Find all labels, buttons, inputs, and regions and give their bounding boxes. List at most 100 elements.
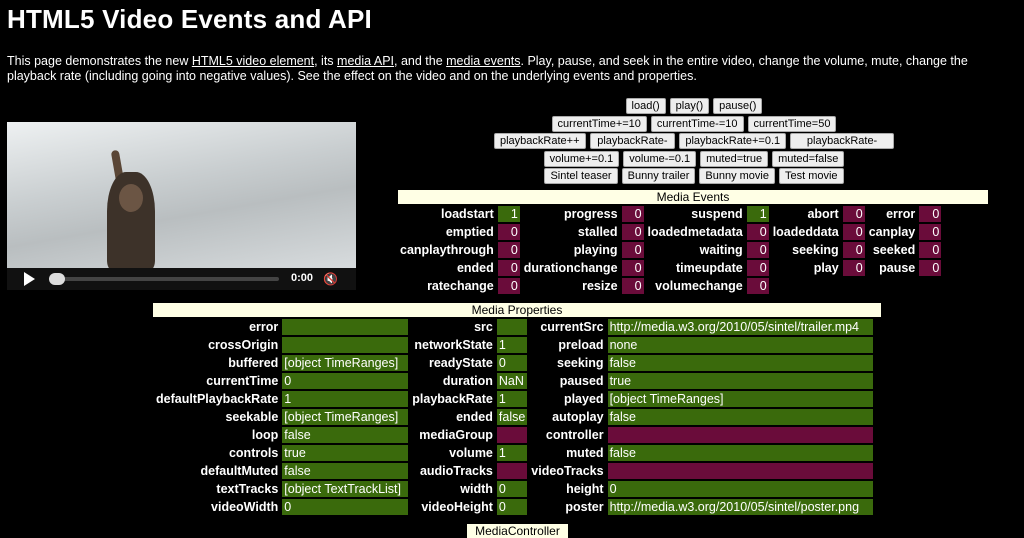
currenttime-50-button[interactable]: currentTime=50: [747, 115, 837, 132]
intro-text-3: , and the: [394, 54, 447, 68]
seek-bar[interactable]: [49, 273, 279, 285]
property-autoplay-label: autoplay: [552, 410, 604, 424]
property-videotracks-value: [607, 463, 873, 479]
event-resize-count: 0: [621, 278, 644, 294]
event-seeked-count: 0: [919, 242, 942, 258]
property-ended-label: ended: [456, 410, 493, 424]
property-audiotracks-value: [496, 463, 528, 479]
media-properties-header: Media Properties: [153, 303, 881, 317]
mute-icon[interactable]: 🔇: [323, 272, 338, 286]
property-videowidth-label: videoWidth: [211, 500, 279, 514]
property-width-value: 0: [496, 481, 528, 497]
property-preload-value: none: [607, 337, 873, 353]
event-abort-label: abort: [807, 207, 839, 221]
property-error-value: [282, 319, 409, 335]
property-poster-value: http://media.w3.org/2010/05/sintel/poste…: [607, 499, 873, 515]
event-seeked-label: seeked: [872, 243, 916, 257]
property-playbackrate-label: playbackRate: [412, 392, 493, 406]
media-events-header: Media Events: [398, 190, 988, 204]
property-seekable-value: [object TimeRanges]: [282, 409, 409, 425]
currenttime-10-button[interactable]: currentTime+=10: [551, 115, 647, 132]
html5-video-element-link[interactable]: HTML5 video element: [192, 54, 314, 68]
property-width-label: width: [460, 482, 493, 496]
event-emptied-label: emptied: [445, 225, 494, 239]
event-waiting-label: waiting: [699, 243, 743, 257]
property-muted-value: false: [607, 445, 873, 461]
event-volumechange-count: 0: [746, 278, 769, 294]
playbackrate-0-1-button[interactable]: playbackRate+=0.1: [679, 133, 787, 149]
property-controls-label: controls: [228, 446, 279, 460]
page-title: HTML5 Video Events and API: [7, 4, 372, 34]
property-crossorigin-value: [282, 337, 409, 353]
event-timeupdate-label: timeupdate: [676, 261, 743, 275]
property-audiotracks-label: audioTracks: [419, 464, 493, 478]
sintel-teaser-button[interactable]: Sintel teaser: [544, 168, 618, 184]
property-paused-label: paused: [559, 374, 604, 388]
volume-0-1-button[interactable]: volume-=0.1: [623, 150, 697, 167]
event-suspend-count: 1: [746, 206, 769, 222]
media-events-table: loadstart 1 progress 0 suspend 1 abort 0 error 0 e…: [396, 204, 943, 296]
video-player[interactable]: 0:00 🔇: [7, 122, 356, 290]
bunny-movie-button[interactable]: Bunny movie: [699, 168, 775, 184]
property-crossorigin-label: crossOrigin: [208, 338, 279, 352]
property-defaultmuted-label: defaultMuted: [200, 464, 279, 478]
volume-0-1-button[interactable]: volume+=0.1: [543, 150, 620, 167]
event-suspend-label: suspend: [691, 207, 743, 221]
video-controls: 0:00 🔇: [7, 268, 356, 290]
control-buttons: load() play() pause() currentTime+=10 curren…: [494, 98, 894, 186]
property-height-label: height: [566, 482, 604, 496]
event-timeupdate-count: 0: [746, 260, 769, 276]
property-loop-value: false: [282, 427, 409, 443]
event-seeking-count: 0: [842, 242, 865, 258]
event-canplaythrough-label: canplaythrough: [400, 243, 494, 257]
property-paused-value: true: [607, 373, 873, 389]
event-error-count: 0: [919, 206, 942, 222]
playbackrate-button[interactable]: playbackRate++: [494, 133, 586, 149]
property-preload-label: preload: [558, 338, 604, 352]
property-networkstate-label: networkState: [414, 338, 493, 352]
test-movie-button[interactable]: Test movie: [778, 168, 844, 184]
pause-button[interactable]: pause(): [713, 98, 763, 114]
property-row: error src currentSrc http://media.w3.org/20…: [154, 319, 873, 335]
property-row: crossOrigin networkState 1 preload none: [154, 337, 873, 353]
event-abort-count: 0: [842, 206, 865, 222]
property-src-value: [496, 319, 528, 335]
property-row: loop false mediaGroup controller: [154, 427, 873, 443]
property-defaultmuted-value: false: [282, 463, 409, 479]
event-durationchange-label: durationchange: [523, 261, 618, 275]
load-button[interactable]: load(): [625, 98, 666, 114]
property-controls-value: true: [282, 445, 409, 461]
property-buffered-value: [object TimeRanges]: [282, 355, 409, 371]
play-icon[interactable]: [24, 272, 35, 286]
event-row: loadstart 1 progress 0 suspend 1 abort 0 error 0: [398, 206, 942, 222]
muted-false-button[interactable]: muted=false: [772, 150, 845, 167]
property-loop-label: loop: [251, 428, 279, 442]
play-button[interactable]: play(): [669, 98, 710, 114]
event-volumechange-label: volumechange: [655, 279, 743, 293]
property-volume-value: 1: [496, 445, 528, 461]
property-row: controls true volume 1 muted false: [154, 445, 873, 461]
seek-knob[interactable]: [49, 273, 65, 285]
playbackrate-0-1-button[interactable]: playbackRate-=0.1: [790, 133, 894, 161]
property-videowidth-value: 0: [282, 499, 409, 515]
bunny-trailer-button[interactable]: Bunny trailer: [621, 168, 696, 184]
playbackrate-button[interactable]: playbackRate--: [589, 133, 676, 161]
property-duration-label: duration: [442, 374, 493, 388]
media-api-link[interactable]: media API: [337, 54, 394, 68]
event-seeking-label: seeking: [792, 243, 839, 257]
property-currentsrc-value: http://media.w3.org/2010/05/sintel/trail…: [607, 319, 873, 335]
currenttime-10-button[interactable]: currentTime-=10: [650, 115, 744, 132]
property-played-label: played: [563, 392, 604, 406]
property-currenttime-label: currentTime: [206, 374, 279, 388]
intro-paragraph: This page demonstrates the new HTML5 vid…: [7, 54, 1019, 84]
button-row: Sintel teaser Bunny trailer Bunny movie Tes…: [494, 168, 894, 185]
muted-true-button[interactable]: muted=true: [700, 150, 769, 167]
property-row: seekable [object TimeRanges] ended false aut…: [154, 409, 873, 425]
property-height-value: 0: [607, 481, 873, 497]
media-events-link[interactable]: media events: [446, 54, 520, 68]
event-row: ratechange 0 resize 0 volumechange 0: [398, 278, 941, 294]
event-loadedmetadata-count: 0: [746, 224, 769, 240]
event-loadedmetadata-label: loadedmetadata: [647, 225, 743, 239]
property-mediagroup-label: mediaGroup: [419, 428, 493, 442]
event-emptied-count: 0: [497, 224, 520, 240]
